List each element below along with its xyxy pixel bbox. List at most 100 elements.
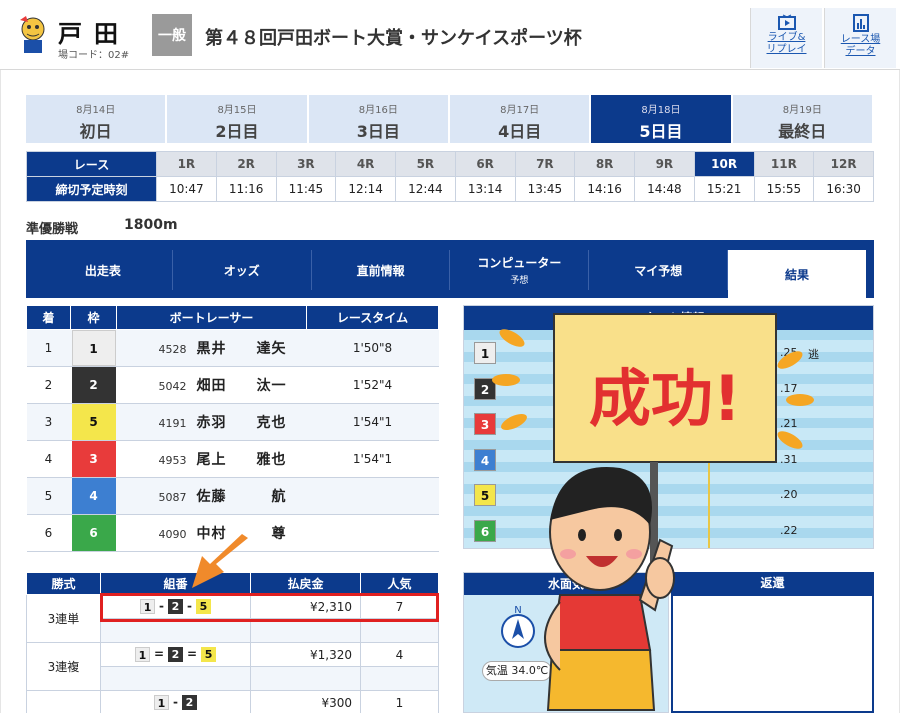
frame-badge: 1 [71, 330, 116, 366]
nav-tab-1[interactable]: 出走表 [34, 250, 173, 290]
weather-panel: 水面気 N 気温 34.0℃ 曇り [463, 572, 669, 713]
combo-cell: 1-2-5 [100, 594, 251, 619]
race-tab-1R[interactable]: 1R [156, 151, 217, 177]
frame-badge: 5 [71, 404, 116, 440]
combo-sep: = [187, 647, 198, 661]
frame-badge: 4 [71, 478, 116, 514]
race-tab-3R[interactable]: 3R [275, 151, 337, 177]
racer-name[interactable]: 尾上 雅也 [197, 452, 287, 468]
popularity: 7 [360, 594, 439, 619]
racer-reg-no: 5042 [158, 380, 187, 393]
nav-tab-label: 結果 [785, 267, 810, 282]
race-tab-4R[interactable]: 4R [335, 151, 396, 177]
popularity: 4 [360, 642, 439, 667]
day-date: 8月14日 [76, 105, 116, 116]
nav-tab-label: マイ予想 [634, 263, 683, 278]
race-deadline: 11:45 [275, 176, 337, 202]
empty-cell [100, 618, 251, 643]
col-racer: ボートレーサー [116, 305, 307, 330]
day-date: 8月16日 [358, 105, 398, 116]
race-time: 1'52"4 [306, 366, 439, 404]
race-tab-10R[interactable]: 10R [693, 151, 755, 177]
deadline-label: 締切予定時刻 [26, 176, 157, 202]
day-name: 5日目 [639, 122, 683, 141]
racer-name[interactable]: 畑田 汰一 [197, 378, 287, 394]
race-tab-7R[interactable]: 7R [514, 151, 576, 177]
racer-name[interactable]: 黒井 達矢 [197, 341, 287, 357]
water-background [464, 330, 873, 548]
race-tab-6R[interactable]: 6R [454, 151, 516, 177]
start-lane-badge: 1 [474, 342, 496, 364]
start-lane-badge: 5 [474, 484, 496, 506]
day-tab-1[interactable]: 8月14日 初日 [26, 95, 168, 143]
combo-sep: - [187, 599, 192, 613]
live-replay-button[interactable]: ライブ& リプレイ [750, 8, 822, 68]
live-label-1: ライブ& [767, 32, 806, 43]
weather-sky: 曇り [594, 667, 616, 680]
race-deadline: 16:30 [813, 176, 874, 202]
race-deadline: 15:21 [693, 176, 755, 202]
nav-tab-4[interactable]: コンピューター 予想 [450, 250, 590, 290]
day-name: 最終日 [778, 122, 827, 141]
site-header: 戸田 場コード：02# 一般 第４８回戸田ボート大賞・サンケイスポーツ杯 ライブ… [0, 0, 900, 70]
start-timing: .21 [780, 417, 798, 430]
day-tab-2[interactable]: 8月15日 2日目 [167, 95, 309, 143]
mascot-logo-icon [20, 16, 45, 53]
nav-tab-2[interactable]: オッズ [173, 250, 312, 290]
popularity: 1 [360, 690, 439, 713]
race-deadline: 13:45 [514, 176, 576, 202]
race-tab-2R[interactable]: 2R [215, 151, 277, 177]
refund-panel: 返還 [671, 572, 874, 713]
combo-sep: = [153, 647, 164, 661]
result-place: 1 [26, 329, 71, 367]
frame-badge: 6 [71, 515, 116, 551]
start-info-title: スタート情報 [464, 306, 873, 330]
grade-badge: 一般 [152, 14, 192, 56]
race-time: 1'54"1 [306, 440, 439, 478]
tv-icon [777, 14, 796, 30]
start-timing: .31 [780, 452, 798, 466]
result-frame-cell: 5 [70, 403, 117, 441]
race-deadline: 10:47 [156, 176, 217, 202]
weather-title: 水面気 [464, 573, 668, 595]
day-name: 3日目 [356, 122, 400, 141]
table-row: 3 5 4191 赤羽 克也 1'54"1 [26, 403, 439, 441]
venue-data-button[interactable]: レース場 データ [824, 8, 896, 68]
race-tab-9R[interactable]: 9R [634, 151, 695, 177]
payout-table: 勝式 組番 払戻金 人気 3連単 1-2-5 ¥2,310 7 3連複 1 = 2 = 5… [26, 572, 439, 713]
racer-name[interactable]: 佐藤 航 [197, 489, 287, 505]
race-tab-12R[interactable]: 12R [813, 151, 874, 177]
combo-sep: - [159, 599, 164, 613]
race-tab-5R[interactable]: 5R [395, 151, 456, 177]
bet-type: 3連単 [26, 594, 101, 643]
day-tab-5[interactable]: 8月18日 5日目 [591, 95, 733, 143]
table-row: 3連複 1 = 2 = 5 ¥1,320 4 [26, 642, 439, 691]
results-table: 着 枠 ボートレーサー レースタイム 1 1 4528 黒井 達矢 1'50"8 2… [26, 305, 439, 552]
combo-chip: 2 [168, 599, 183, 614]
race-tab-11R[interactable]: 11R [753, 151, 815, 177]
race-schedule-table: レース 1R 2R 3R 4R 5R 6R 7R 8R 9R 10R 11R 12R 締切予定時刻 10:… [26, 151, 874, 202]
race-tab-8R[interactable]: 8R [574, 151, 635, 177]
day-tab-4[interactable]: 8月17日 4日目 [449, 95, 592, 143]
result-racer-cell: 5042 畑田 汰一 [116, 366, 307, 404]
nav-tab-6[interactable]: 結果 [728, 250, 866, 298]
table-row: 3連単 1-2-5 ¥2,310 7 [26, 594, 439, 643]
result-racer-cell: 4953 尾上 雅也 [116, 440, 307, 478]
combo-chip: 1 [134, 647, 150, 662]
day-tab-3[interactable]: 8月16日 3日目 [308, 95, 450, 143]
nav-tab-5[interactable]: マイ予想 [589, 250, 729, 290]
empty-cell [100, 666, 251, 691]
start-lane-badge: 4 [474, 448, 496, 471]
nav-tab-3[interactable]: 直前情報 [312, 250, 451, 290]
race-deadline: 14:48 [634, 176, 695, 202]
start-lane-badge: 6 [474, 519, 496, 542]
day-date: 8月18日 [641, 105, 681, 116]
result-racer-cell: 5087 佐藤 航 [116, 477, 307, 515]
frame-badge: 2 [71, 367, 116, 403]
racer-reg-no: 5087 [158, 491, 187, 504]
race-deadline: 11:16 [215, 176, 277, 202]
race-deadline: 12:14 [335, 176, 396, 202]
day-tab-6[interactable]: 8月19日 最終日 [732, 95, 874, 143]
result-frame-cell: 1 [70, 329, 117, 367]
racer-name[interactable]: 赤羽 克也 [197, 415, 287, 431]
